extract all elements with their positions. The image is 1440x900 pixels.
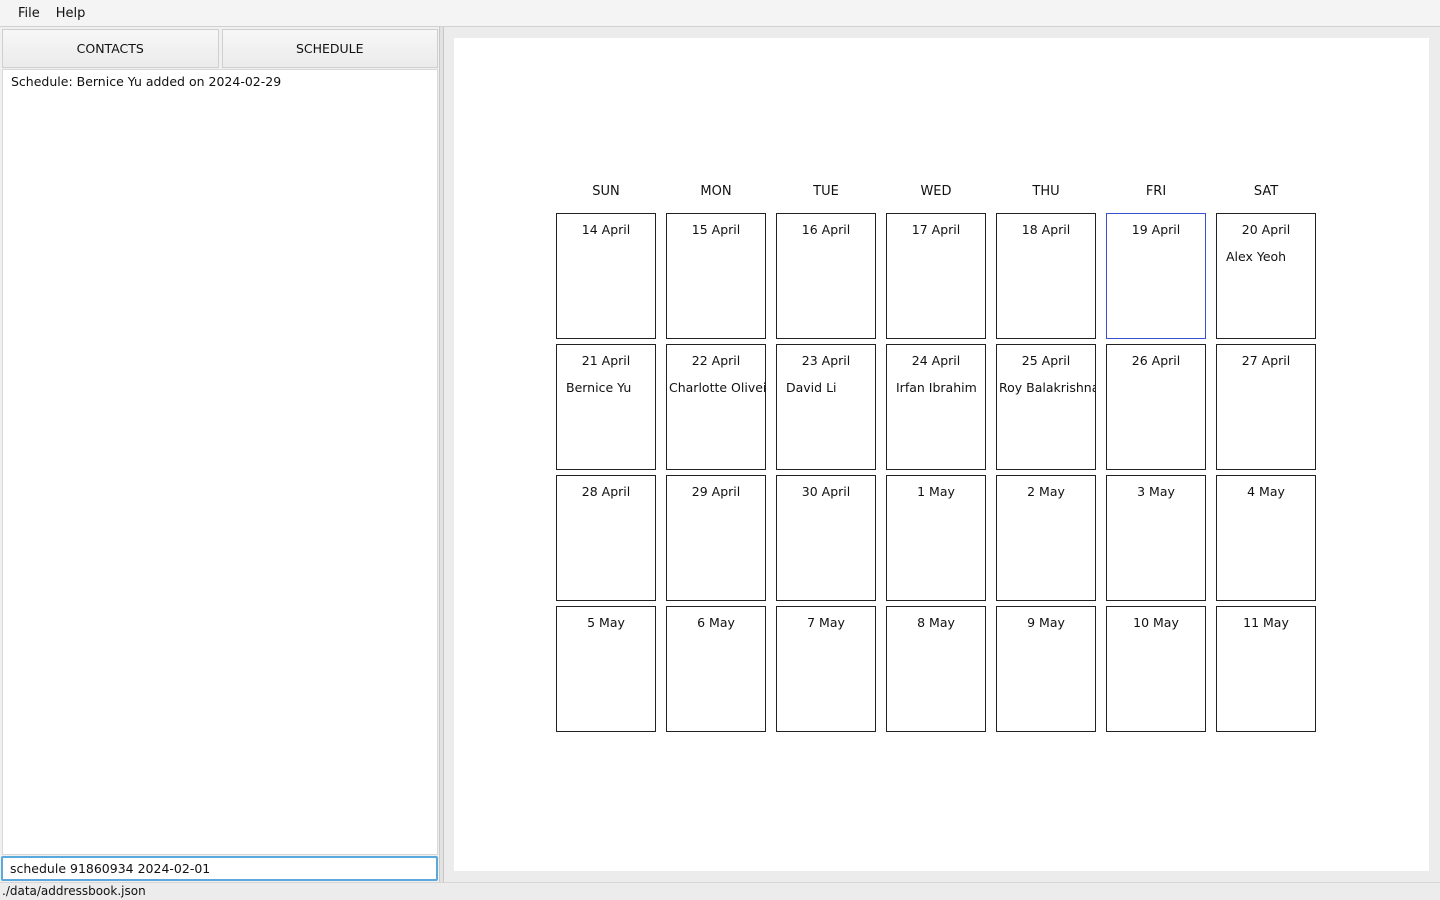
calendar-day-cell[interactable]: 7 May bbox=[776, 606, 876, 732]
calendar-day-cell[interactable]: 3 May bbox=[1106, 475, 1206, 601]
calendar-day-date: 14 April bbox=[581, 222, 631, 237]
calendar-day-date: 23 April bbox=[801, 353, 851, 368]
calendar-day-cell[interactable]: 28 April bbox=[556, 475, 656, 601]
calendar-day-cell[interactable]: 24 April Irfan Ibrahim bbox=[886, 344, 986, 470]
calendar-day-date: 17 April bbox=[911, 222, 961, 237]
calendar-day-date: 11 May bbox=[1243, 615, 1289, 630]
calendar-day-date: 1 May bbox=[917, 484, 955, 499]
calendar-day-cell[interactable]: 9 May bbox=[996, 606, 1096, 732]
split-pane-divider[interactable] bbox=[440, 27, 444, 882]
day-header-fri: FRI bbox=[1145, 184, 1167, 199]
status-bar: ./data/addressbook.json bbox=[0, 882, 1440, 900]
day-header-thu: THU bbox=[1032, 184, 1060, 199]
calendar-day-cell[interactable]: 25 April Roy Balakrishnan bbox=[996, 344, 1096, 470]
calendar-day-date: 8 May bbox=[917, 615, 955, 630]
command-input[interactable] bbox=[1, 856, 438, 881]
calendar-grid: 14 April 15 April 16 April 17 April 18 April… bbox=[556, 213, 1316, 733]
calendar-day-date: 29 April bbox=[691, 484, 741, 499]
calendar-day-cell[interactable]: 14 April bbox=[556, 213, 656, 339]
calendar-day-date: 16 April bbox=[801, 222, 851, 237]
calendar-day-cell[interactable]: 16 April bbox=[776, 213, 876, 339]
calendar-day-date: 18 April bbox=[1021, 222, 1071, 237]
menu-bar: File Help bbox=[0, 0, 1440, 27]
status-file-path: ./data/addressbook.json bbox=[2, 884, 146, 898]
calendar-day-date: 2 May bbox=[1027, 484, 1065, 499]
calendar-event[interactable]: Roy Balakrishnan bbox=[997, 380, 1095, 395]
calendar-day-date: 21 April bbox=[581, 353, 631, 368]
calendar-day-cell[interactable]: 2 May bbox=[996, 475, 1096, 601]
calendar-day-date: 6 May bbox=[697, 615, 735, 630]
day-header-sun: SUN bbox=[592, 184, 620, 199]
menu-file[interactable]: File bbox=[10, 0, 48, 27]
calendar-day-date: 15 April bbox=[691, 222, 741, 237]
calendar-day-date: 24 April bbox=[911, 353, 961, 368]
calendar-day-cell[interactable]: 18 April bbox=[996, 213, 1096, 339]
calendar-day-cell[interactable]: 27 April bbox=[1216, 344, 1316, 470]
calendar-day-date: 28 April bbox=[581, 484, 631, 499]
calendar-day-date: 20 April bbox=[1241, 222, 1291, 237]
calendar-day-date: 25 April bbox=[1021, 353, 1071, 368]
tab-schedule[interactable]: SCHEDULE bbox=[221, 29, 438, 68]
calendar-day-cell[interactable]: 21 April Bernice Yu bbox=[556, 344, 656, 470]
calendar-day-date: 30 April bbox=[801, 484, 851, 499]
calendar-day-cell[interactable]: 1 May bbox=[886, 475, 986, 601]
day-header-wed: WED bbox=[920, 184, 952, 199]
result-display: Schedule: Bernice Yu added on 2024-02-29 bbox=[2, 69, 438, 855]
menu-help[interactable]: Help bbox=[48, 0, 94, 27]
calendar-panel: SUN MON TUE WED THU FRI SAT 14 April 15 April 16… bbox=[454, 38, 1429, 871]
calendar-day-date: 10 May bbox=[1133, 615, 1179, 630]
calendar-day-cell[interactable]: 8 May bbox=[886, 606, 986, 732]
calendar-event[interactable]: Irfan Ibrahim bbox=[887, 380, 985, 395]
calendar-day-date: 5 May bbox=[587, 615, 625, 630]
calendar-day-cell[interactable]: 15 April bbox=[666, 213, 766, 339]
calendar-day-headers: SUN MON TUE WED THU FRI SAT bbox=[556, 184, 1316, 202]
calendar-event[interactable]: Alex Yeoh bbox=[1217, 249, 1315, 264]
calendar-day-cell[interactable]: 22 April Charlotte Oliveiro bbox=[666, 344, 766, 470]
calendar-event[interactable]: David Li bbox=[777, 380, 875, 395]
calendar-day-date: 19 April bbox=[1131, 222, 1181, 237]
calendar-day-cell[interactable]: 26 April bbox=[1106, 344, 1206, 470]
calendar-day-cell[interactable]: 20 April Alex Yeoh bbox=[1216, 213, 1316, 339]
calendar-day-cell[interactable]: 10 May bbox=[1106, 606, 1206, 732]
right-pane: SUN MON TUE WED THU FRI SAT 14 April 15 April 16… bbox=[445, 27, 1440, 882]
tab-contacts[interactable]: CONTACTS bbox=[2, 29, 219, 68]
day-header-mon: MON bbox=[700, 184, 732, 199]
calendar-day-cell[interactable]: 11 May bbox=[1216, 606, 1316, 732]
calendar-day-date: 22 April bbox=[691, 353, 741, 368]
calendar-day-date: 4 May bbox=[1247, 484, 1285, 499]
calendar-day-cell[interactable]: 6 May bbox=[666, 606, 766, 732]
left-pane: CONTACTS SCHEDULE Schedule: Bernice Yu a… bbox=[0, 27, 440, 882]
tab-bar: CONTACTS SCHEDULE bbox=[2, 29, 438, 68]
calendar-day-cell[interactable]: 5 May bbox=[556, 606, 656, 732]
calendar-day-cell[interactable]: 19 April bbox=[1106, 213, 1206, 339]
day-header-tue: TUE bbox=[813, 184, 839, 199]
calendar-day-cell[interactable]: 4 May bbox=[1216, 475, 1316, 601]
calendar-day-date: 26 April bbox=[1131, 353, 1181, 368]
calendar-day-cell[interactable]: 17 April bbox=[886, 213, 986, 339]
calendar-day-date: 9 May bbox=[1027, 615, 1065, 630]
calendar-day-cell[interactable]: 29 April bbox=[666, 475, 766, 601]
calendar-event[interactable]: Bernice Yu bbox=[557, 380, 655, 395]
result-text: Schedule: Bernice Yu added on 2024-02-29 bbox=[11, 74, 282, 89]
calendar-day-cell[interactable]: 23 April David Li bbox=[776, 344, 876, 470]
day-header-sat: SAT bbox=[1253, 184, 1279, 199]
calendar-day-date: 7 May bbox=[807, 615, 845, 630]
calendar-day-date: 3 May bbox=[1137, 484, 1175, 499]
calendar-event[interactable]: Charlotte Oliveiro bbox=[667, 380, 765, 395]
calendar-day-date: 27 April bbox=[1241, 353, 1291, 368]
calendar-day-cell[interactable]: 30 April bbox=[776, 475, 876, 601]
